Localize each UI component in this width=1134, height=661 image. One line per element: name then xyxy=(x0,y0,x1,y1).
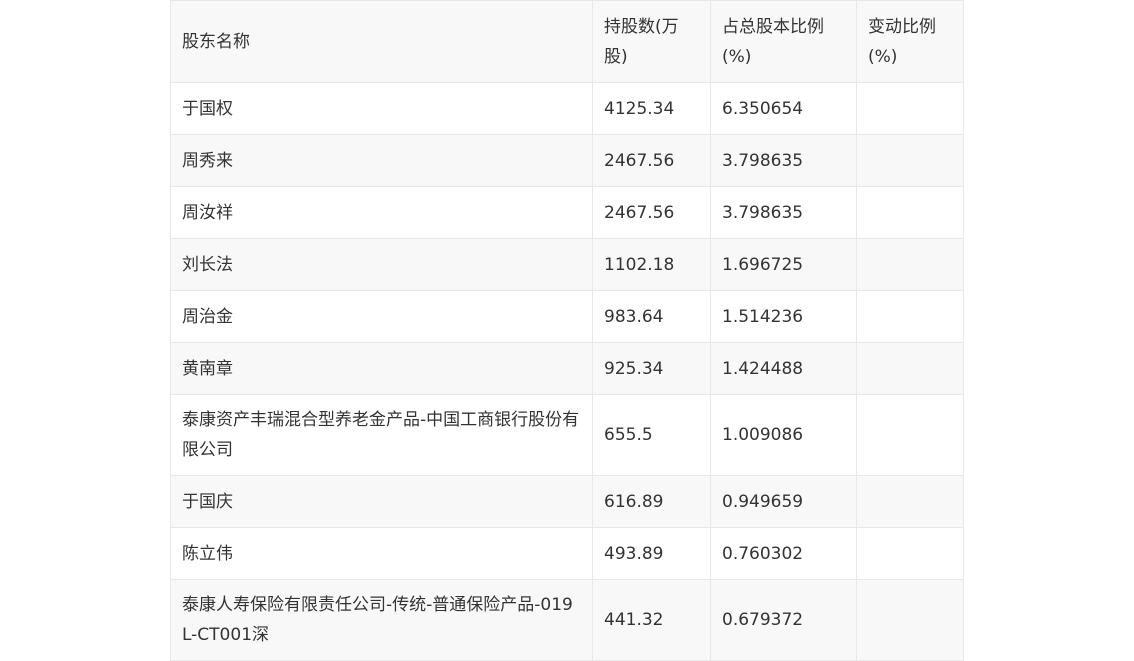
cell-ratio: 0.679372 xyxy=(710,579,857,661)
table-row: 于国庆 616.89 0.949659 xyxy=(170,475,964,528)
cell-name: 泰康资产丰瑞混合型养老金产品-中国工商银行股份有限公司 xyxy=(170,394,593,476)
cell-shares: 441.32 xyxy=(592,579,711,661)
cell-ratio: 1.009086 xyxy=(710,394,857,476)
cell-change xyxy=(856,186,964,239)
cell-shares: 655.5 xyxy=(592,394,711,476)
cell-ratio: 6.350654 xyxy=(710,82,857,135)
cell-change xyxy=(856,134,964,187)
shareholder-table: 股东名称 持股数(万股) 占总股本比例(%) 变动比例(%) 于国权 4125.… xyxy=(170,0,964,661)
cell-change xyxy=(856,290,964,343)
table-row: 黄南章 925.34 1.424488 xyxy=(170,342,964,395)
table-row: 周治金 983.64 1.514236 xyxy=(170,290,964,343)
cell-name: 黄南章 xyxy=(170,342,593,395)
cell-shares: 2467.56 xyxy=(592,186,711,239)
cell-change xyxy=(856,475,964,528)
header-ratio: 占总股本比例(%) xyxy=(710,0,857,83)
cell-name: 周秀来 xyxy=(170,134,593,187)
cell-shares: 2467.56 xyxy=(592,134,711,187)
table-row: 刘长法 1102.18 1.696725 xyxy=(170,238,964,291)
shareholder-table-container: 股东名称 持股数(万股) 占总股本比例(%) 变动比例(%) 于国权 4125.… xyxy=(170,0,964,661)
cell-shares: 616.89 xyxy=(592,475,711,528)
table-row: 于国权 4125.34 6.350654 xyxy=(170,82,964,135)
cell-shares: 983.64 xyxy=(592,290,711,343)
cell-name: 泰康人寿保险有限责任公司-传统-普通保险产品-019L-CT001深 xyxy=(170,579,593,661)
cell-change xyxy=(856,82,964,135)
cell-ratio: 0.949659 xyxy=(710,475,857,528)
table-header: 股东名称 持股数(万股) 占总股本比例(%) 变动比例(%) xyxy=(170,0,964,83)
header-shares: 持股数(万股) xyxy=(592,0,711,83)
cell-ratio: 1.514236 xyxy=(710,290,857,343)
cell-shares: 4125.34 xyxy=(592,82,711,135)
table-row: 周汝祥 2467.56 3.798635 xyxy=(170,186,964,239)
header-shareholder-name: 股东名称 xyxy=(170,0,593,83)
table-body: 于国权 4125.34 6.350654 周秀来 2467.56 3.79863… xyxy=(170,82,964,661)
cell-name: 周治金 xyxy=(170,290,593,343)
table-row: 泰康资产丰瑞混合型养老金产品-中国工商银行股份有限公司 655.5 1.0090… xyxy=(170,394,964,476)
cell-name: 陈立伟 xyxy=(170,527,593,580)
cell-ratio: 3.798635 xyxy=(710,134,857,187)
cell-change xyxy=(856,342,964,395)
cell-ratio: 1.696725 xyxy=(710,238,857,291)
cell-name: 刘长法 xyxy=(170,238,593,291)
cell-change xyxy=(856,579,964,661)
cell-ratio: 0.760302 xyxy=(710,527,857,580)
cell-name: 于国权 xyxy=(170,82,593,135)
cell-change xyxy=(856,238,964,291)
table-row: 泰康人寿保险有限责任公司-传统-普通保险产品-019L-CT001深 441.3… xyxy=(170,579,964,661)
cell-name: 周汝祥 xyxy=(170,186,593,239)
cell-change xyxy=(856,394,964,476)
table-row: 陈立伟 493.89 0.760302 xyxy=(170,527,964,580)
cell-shares: 1102.18 xyxy=(592,238,711,291)
cell-shares: 493.89 xyxy=(592,527,711,580)
header-change: 变动比例(%) xyxy=(856,0,964,83)
cell-ratio: 1.424488 xyxy=(710,342,857,395)
table-row: 周秀来 2467.56 3.798635 xyxy=(170,134,964,187)
cell-change xyxy=(856,527,964,580)
cell-ratio: 3.798635 xyxy=(710,186,857,239)
header-row: 股东名称 持股数(万股) 占总股本比例(%) 变动比例(%) xyxy=(170,0,964,83)
cell-name: 于国庆 xyxy=(170,475,593,528)
cell-shares: 925.34 xyxy=(592,342,711,395)
